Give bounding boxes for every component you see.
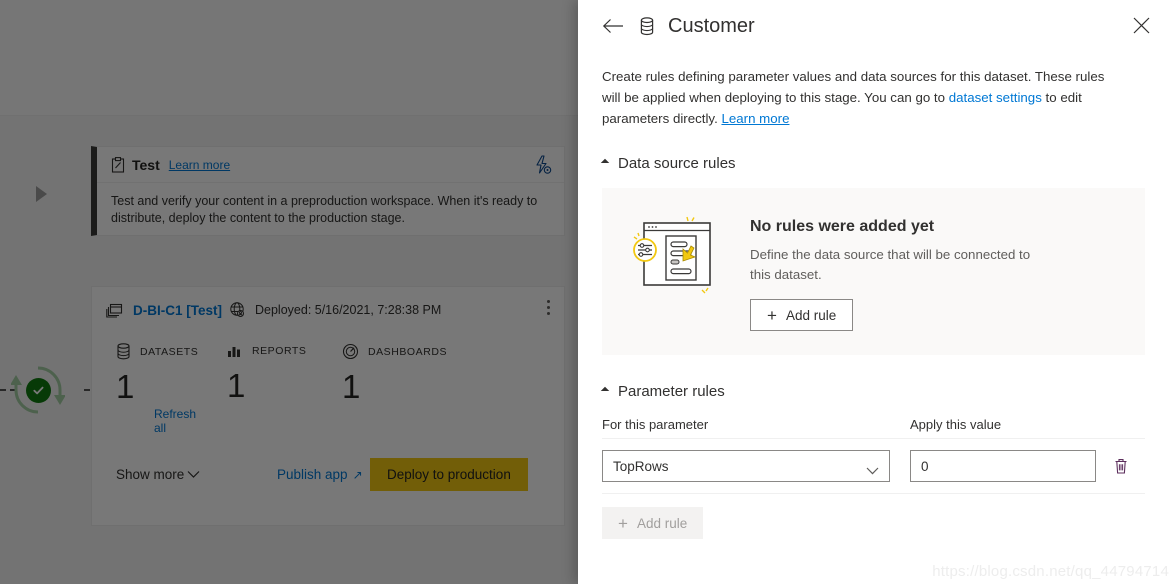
add-parameter-rule-button[interactable]: + Add rule — [602, 507, 704, 539]
parameter-rules-header[interactable]: Parameter rules — [600, 381, 1145, 401]
section-title: Data source rules — [618, 154, 736, 172]
parameter-rules-section: Parameter rules For this parameter Apply… — [578, 381, 1169, 539]
back-arrow-icon[interactable] — [602, 18, 624, 34]
panel-header: Customer — [578, 0, 1169, 52]
add-rule-label: Add rule — [636, 515, 688, 531]
database-icon — [639, 16, 655, 36]
data-source-rules-header[interactable]: Data source rules — [600, 153, 1145, 173]
section-title: Parameter rules — [618, 382, 725, 400]
dataset-settings-link[interactable]: dataset settings — [949, 90, 1042, 105]
plus-icon: + — [618, 513, 628, 533]
page-title: Customer — [668, 14, 755, 37]
add-rule-label: Add rule — [785, 307, 837, 323]
parameter-rule-row: TopRows — [602, 438, 1145, 494]
parameter-value-input[interactable] — [910, 450, 1096, 482]
trash-icon[interactable] — [1110, 454, 1132, 478]
chevron-down-icon — [866, 463, 879, 478]
add-data-source-rule-button[interactable]: + Add rule — [750, 299, 854, 331]
parameter-column-headers: For this parameter Apply this value — [602, 417, 1145, 432]
collapse-triangle-icon — [600, 158, 610, 168]
learn-more-link[interactable]: Learn more — [721, 111, 789, 126]
parameter-select[interactable]: TopRows — [602, 450, 890, 482]
empty-state-title: No rules were added yet — [750, 218, 935, 235]
rules-document-illustration — [633, 216, 711, 294]
deployment-rules-panel: Customer Create rules defining parameter… — [578, 0, 1169, 584]
collapse-triangle-icon — [600, 386, 610, 396]
watermark: https://blog.csdn.net/qq_44794714 — [932, 563, 1169, 580]
data-source-empty-state: No rules were added yet Define the data … — [602, 188, 1145, 355]
close-icon[interactable] — [1133, 17, 1150, 39]
column-header-value: Apply this value — [910, 417, 1002, 432]
parameter-select-value: TopRows — [613, 458, 669, 474]
plus-icon: + — [767, 305, 777, 325]
panel-description: Create rules defining parameter values a… — [578, 52, 1138, 129]
column-header-parameter: For this parameter — [602, 417, 709, 432]
empty-state-text: No rules were added yet Define the data … — [750, 210, 1050, 331]
empty-state-subtitle: Define the data source that will be conn… — [750, 247, 1031, 282]
data-source-rules-section: Data source rules No rules were added ye… — [578, 153, 1169, 355]
